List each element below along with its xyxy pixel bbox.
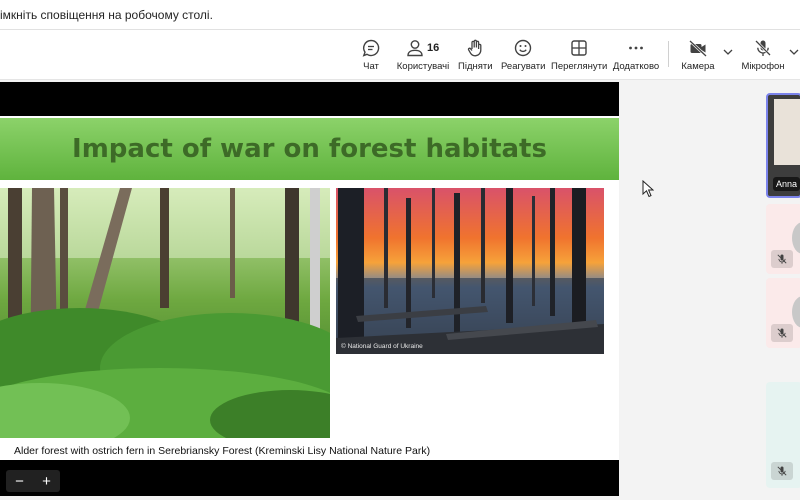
- slide-caption: Alder forest with ostrich fern in Serebr…: [14, 445, 431, 457]
- participant-tile-anna[interactable]: Anna: [766, 93, 800, 198]
- people-label: Користувачі: [396, 61, 450, 72]
- more-button[interactable]: Додатково: [612, 38, 660, 72]
- people-count: 16: [427, 42, 440, 54]
- participant-tile[interactable]: [766, 204, 800, 274]
- zoom-out-button[interactable]: −: [15, 474, 24, 489]
- camera-options-chevron-icon[interactable]: [722, 47, 734, 57]
- more-dots-icon: [629, 46, 643, 50]
- chat-icon: [362, 39, 380, 57]
- mouse-cursor-icon: [642, 180, 654, 198]
- mic-muted-indicator: [771, 250, 793, 268]
- photo-credit: © National Guard of Ukraine: [341, 343, 423, 350]
- participant-name: Anna: [773, 177, 800, 191]
- raise-hand-button[interactable]: Підняти: [458, 38, 493, 72]
- camera-label: Камера: [681, 61, 715, 72]
- presentation-slide: Impact of war on forest habitats © Natio…: [0, 116, 619, 460]
- camera-button[interactable]: Камера: [680, 38, 716, 72]
- avatar: [792, 296, 800, 328]
- mic-label: Мікрофон: [741, 61, 785, 72]
- slide-title-banner: Impact of war on forest habitats: [0, 118, 619, 180]
- people-icon: [407, 40, 423, 57]
- slide-title: Impact of war on forest habitats: [72, 134, 547, 164]
- avatar: [792, 222, 800, 254]
- view-label: Переглянути: [551, 61, 608, 72]
- hand-icon: [467, 39, 482, 57]
- shared-screen: Impact of war on forest habitats © Natio…: [0, 82, 619, 496]
- toolbar-divider: [668, 41, 669, 67]
- react-label: Реагувати: [501, 61, 546, 72]
- people-button[interactable]: 16 Користувачі: [395, 38, 451, 72]
- chat-button[interactable]: Чат: [358, 38, 384, 72]
- notification-text: імкніть сповіщення на робочому столі.: [0, 8, 213, 22]
- smiley-icon: [514, 39, 532, 57]
- mic-off-icon: [777, 466, 787, 476]
- participant-shared-preview: [774, 99, 800, 165]
- grid-icon: [571, 40, 587, 56]
- zoom-controls: − +: [6, 470, 60, 492]
- zoom-in-button[interactable]: +: [42, 474, 51, 489]
- participant-tile[interactable]: [766, 382, 800, 488]
- mic-muted-indicator: [771, 462, 793, 480]
- mic-off-icon: [777, 254, 787, 264]
- mic-off-icon: [755, 40, 771, 56]
- participant-tile[interactable]: [766, 278, 800, 348]
- view-button[interactable]: Переглянути: [551, 38, 607, 72]
- raise-label: Підняти: [458, 61, 493, 72]
- mic-options-chevron-icon[interactable]: [788, 47, 800, 57]
- alder-forest-photo: [0, 188, 330, 438]
- mic-off-icon: [777, 328, 787, 338]
- camera-off-icon: [689, 40, 707, 57]
- notification-bar: імкніть сповіщення на робочому столі.: [0, 0, 800, 30]
- mic-button[interactable]: Мікрофон: [740, 38, 786, 72]
- more-label: Додатково: [612, 61, 660, 72]
- mic-muted-indicator: [771, 324, 793, 342]
- burned-forest-photo: © National Guard of Ukraine: [336, 188, 604, 354]
- react-button[interactable]: Реагувати: [501, 38, 545, 72]
- chat-label: Чат: [363, 61, 379, 72]
- meeting-toolbar: Чат 16 Користувачі Підняти Реагувати Пер…: [0, 30, 800, 80]
